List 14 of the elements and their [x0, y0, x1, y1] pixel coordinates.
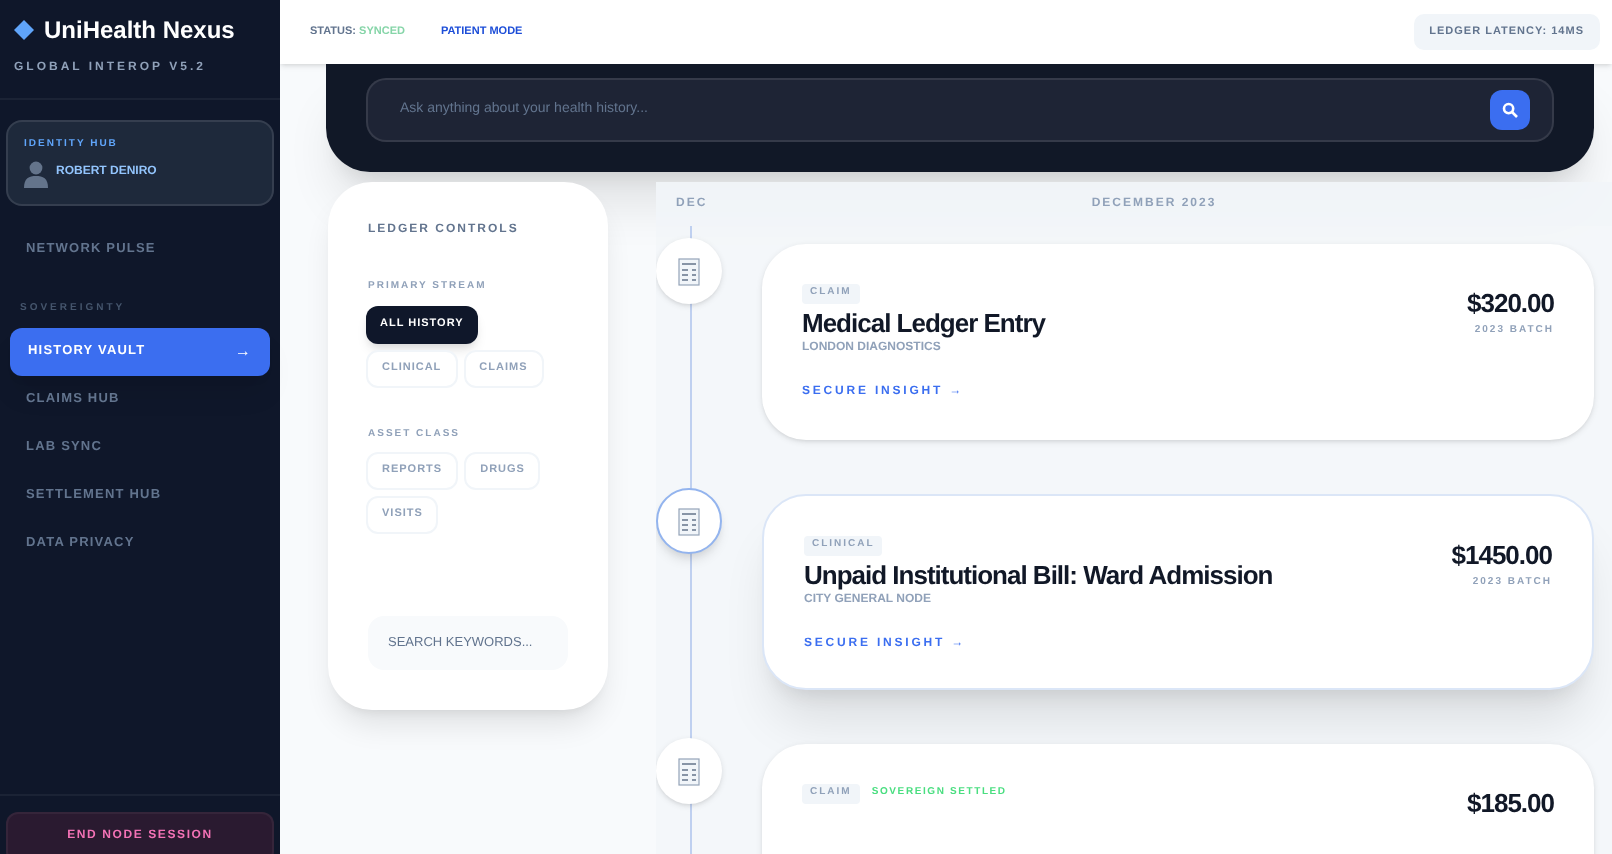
diamond-logo-icon [14, 20, 34, 40]
entry-title: Unpaid Institutional Bill: Ward Admission [804, 559, 1273, 591]
entry-amount: $185.00 [1467, 786, 1554, 822]
entry-amount: $320.00 [1467, 286, 1554, 322]
arrow-icon: → [234, 340, 252, 364]
receipt-icon [678, 257, 700, 285]
receipt-icon [678, 507, 700, 535]
receipt-icon [678, 757, 700, 785]
brand-title: UniHealth Nexus [44, 14, 235, 48]
entry-amount: $1450.00 [1451, 538, 1552, 574]
search-button[interactable] [1490, 90, 1530, 130]
entry-title: Medical Ledger Entry [802, 307, 1045, 339]
search-icon [1502, 102, 1518, 118]
person-silhouette-icon [24, 159, 48, 187]
